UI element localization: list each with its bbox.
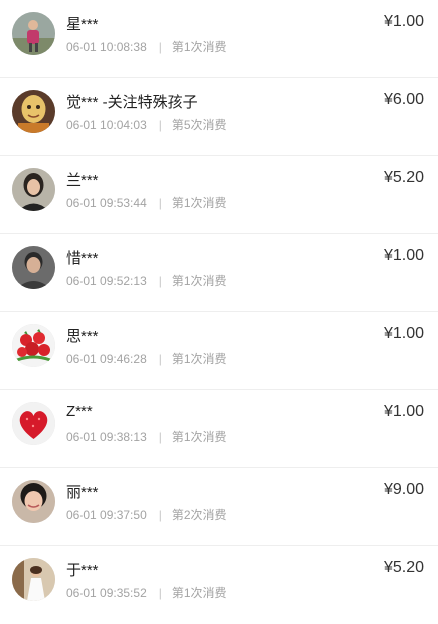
donation-count: 第1次消费	[171, 352, 227, 366]
donation-amount: ¥6.00	[383, 91, 424, 108]
meta-divider: |	[158, 118, 162, 132]
donation-amount: ¥5.20	[383, 559, 424, 576]
donation-meta: 06-01 10:08:38 | 第1次消费	[66, 38, 227, 55]
donor-name: Z***	[66, 403, 93, 420]
meta-divider: |	[158, 508, 162, 522]
donation-time: 06-01 09:53:44	[66, 196, 147, 210]
donation-amount: ¥9.00	[383, 481, 424, 498]
donor-name: 思***	[66, 328, 99, 345]
list-item[interactable]: 丽*** 06-01 09:37:50 | 第2次消费 ¥9.00	[0, 468, 438, 546]
donation-meta: 06-01 09:52:13 | 第1次消费	[66, 272, 227, 289]
donation-time: 06-01 10:08:38	[66, 40, 147, 54]
donor-name: 丽***	[66, 484, 99, 501]
donation-list: 星*** 06-01 10:08:38 | 第1次消费 ¥1.00 觉*** -关注…	[0, 0, 438, 624]
meta-divider: |	[158, 196, 162, 210]
smiling-woman-avatar-icon[interactable]	[12, 480, 55, 523]
donation-amount: ¥1.00	[383, 13, 424, 30]
donation-time: 06-01 09:46:28	[66, 352, 147, 366]
man-portrait-avatar-icon[interactable]	[12, 246, 55, 289]
donation-count: 第1次消费	[171, 586, 227, 600]
donation-meta: 06-01 10:04:03 | 第5次消费	[66, 116, 227, 133]
list-item[interactable]: Z*** 06-01 09:38:13 | 第1次消费 ¥1.00	[0, 390, 438, 468]
list-item[interactable]: 觉*** -关注特殊孩子 06-01 10:04:03 | 第5次消费 ¥6.00	[0, 78, 438, 156]
meta-divider: |	[158, 586, 162, 600]
donor-name: 星***	[66, 16, 99, 33]
donor-name: 惜***	[66, 250, 99, 267]
donation-time: 06-01 09:35:52	[66, 586, 147, 600]
donation-count: 第2次消费	[171, 508, 227, 522]
meta-divider: |	[158, 430, 162, 444]
list-item[interactable]: 思*** 06-01 09:46:28 | 第1次消费 ¥1.00	[0, 312, 438, 390]
cartoon-face-avatar-icon[interactable]	[12, 90, 55, 133]
donation-time: 06-01 09:37:50	[66, 508, 147, 522]
donation-count: 第1次消费	[171, 274, 227, 288]
donation-count: 第1次消费	[171, 196, 227, 210]
donation-time: 06-01 09:52:13	[66, 274, 147, 288]
heart-avatar-icon[interactable]	[12, 402, 55, 445]
donation-meta: 06-01 09:35:52 | 第1次消费	[66, 584, 227, 601]
meta-divider: |	[158, 352, 162, 366]
donation-meta: 06-01 09:37:50 | 第2次消费	[66, 506, 227, 523]
donation-count: 第1次消费	[171, 430, 227, 444]
donor-name: 兰***	[66, 172, 99, 189]
strawberries-avatar-icon[interactable]	[12, 324, 55, 367]
list-item[interactable]: 于*** 06-01 09:35:52 | 第1次消费 ¥5.20	[0, 546, 438, 624]
donation-count: 第1次消费	[171, 40, 227, 54]
donation-time: 06-01 10:04:03	[66, 118, 147, 132]
donation-meta: 06-01 09:38:13 | 第1次消费	[66, 428, 227, 445]
donation-count: 第5次消费	[171, 118, 227, 132]
donor-name: 觉*** -关注特殊孩子	[66, 94, 198, 111]
donation-amount: ¥1.00	[383, 325, 424, 342]
donation-meta: 06-01 09:53:44 | 第1次消费	[66, 194, 227, 211]
woman-portrait-avatar-icon[interactable]	[12, 168, 55, 211]
bride-avatar-icon[interactable]	[12, 558, 55, 601]
list-item[interactable]: 惜*** 06-01 09:52:13 | 第1次消费 ¥1.00	[0, 234, 438, 312]
person-outdoor-avatar-icon[interactable]	[12, 12, 55, 55]
donation-amount: ¥1.00	[383, 403, 424, 420]
donation-amount: ¥5.20	[383, 169, 424, 186]
donation-amount: ¥1.00	[383, 247, 424, 264]
list-item[interactable]: 星*** 06-01 10:08:38 | 第1次消费 ¥1.00	[0, 0, 438, 78]
meta-divider: |	[158, 274, 162, 288]
donor-name: 于***	[66, 562, 99, 579]
list-item[interactable]: 兰*** 06-01 09:53:44 | 第1次消费 ¥5.20	[0, 156, 438, 234]
donation-time: 06-01 09:38:13	[66, 430, 147, 444]
donation-meta: 06-01 09:46:28 | 第1次消费	[66, 350, 227, 367]
meta-divider: |	[158, 40, 162, 54]
